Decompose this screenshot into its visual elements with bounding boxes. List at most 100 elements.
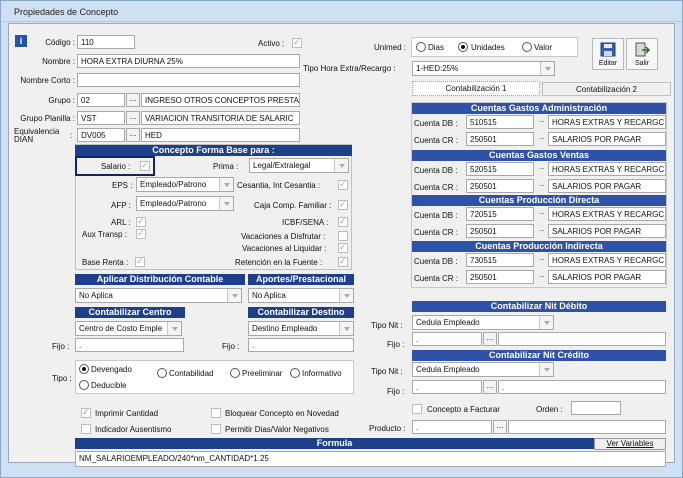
nombre-corto-field[interactable] [77,73,300,87]
imprimir-cantidad-label: Imprimir Cantidad [95,409,159,418]
afp-dropdown[interactable]: Empleado/Patrono [136,196,234,211]
cuenta-cr-code-field[interactable]: 250501 [466,270,534,284]
aportes-dropdown[interactable]: No Aplica [248,288,354,303]
permitir-dias-checkbox[interactable] [211,424,221,434]
nit-debito-name-field[interactable] [498,332,666,346]
producto-name-field[interactable] [508,420,666,434]
cuenta-db-name-field[interactable]: HORAS EXTRAS Y RECARGC [548,207,666,221]
bloquear-concepto-checkbox[interactable] [211,408,221,418]
tipo-hora-label: Tipo Hora Extra/Recargo : [303,64,396,73]
tipo-devengado-radio[interactable] [79,364,89,374]
cuenta-cr-name-field[interactable]: SALARIOS POR PAGAR [548,224,666,238]
producto-lookup-button[interactable]: ... [493,420,507,434]
grupo-planilla-lookup-button[interactable]: ... [126,111,140,125]
nit-debito-tipo-dropdown[interactable]: Cedula Empleado [412,315,554,330]
editar-button[interactable]: Editar [592,38,624,70]
vac-liquidar-checkbox[interactable] [338,242,348,253]
retencion-checkbox[interactable] [338,256,348,267]
destino-fijo-field[interactable]: . [248,338,354,352]
cuenta-cr-lookup-button[interactable]: .. [535,270,549,284]
unimed-label: Unimed : [374,43,407,52]
tipo-informativo-radio[interactable] [290,368,300,378]
arl-checkbox[interactable] [136,216,146,227]
window: Propiedades de Concepto i Código : 110 N… [0,0,683,478]
equivalencia-name-field[interactable]: HED [141,128,300,142]
nombre-field[interactable]: HORA EXTRA DIURNA 25% [77,54,300,68]
grupo-lookup-button[interactable]: ... [126,93,140,107]
grupo-name-field[interactable]: INGRESO OTROS CONCEPTOS PRESTA [141,93,300,107]
cuenta-cr-code-field[interactable]: 250501 [466,224,534,238]
indicador-ausentismo-checkbox[interactable] [81,424,91,434]
cuenta-cr-code-field[interactable]: 250501 [466,132,534,146]
cuenta-db-lookup-button[interactable]: .. [535,207,549,221]
cuenta-db-code-field[interactable]: 520515 [466,162,534,176]
cuenta-db-name-field[interactable]: HORAS EXTRAS Y RECARGC [548,253,666,267]
cuenta-db-lookup-button[interactable]: .. [535,253,549,267]
ver-variables-button[interactable]: Ver Variables [594,438,666,450]
cuenta-db-lookup-button[interactable]: .. [535,162,549,176]
grupo-planilla-name-field[interactable]: VARIACION TRANSITORIA DE SALARIC [141,111,300,125]
salario-label: Salario : [101,162,131,171]
tipo-deducible-radio[interactable] [79,380,89,390]
grupo-code-field[interactable]: 02 [77,93,125,107]
tipo-preeliminar-radio[interactable] [230,368,240,378]
cuenta-cr-lookup-button[interactable]: .. [535,179,549,193]
equivalencia-lookup-button[interactable]: ... [126,128,140,142]
nit-credito-tipo-dropdown[interactable]: Cedula Empleado [412,362,554,377]
orden-field[interactable] [571,401,621,415]
window-title: Propiedades de Concepto [14,7,119,17]
cont-destino-dropdown[interactable]: Destino Empleado [248,321,354,336]
nit-debito-lookup-button[interactable]: ... [483,332,497,346]
unimed-dias-radio[interactable] [416,42,426,52]
nit-credito-tipo-value: Cedula Empleado [416,365,480,374]
nit-debito-fijo-field[interactable]: . [412,332,482,346]
cuenta-cr-label: Cuenta CR : [414,274,459,283]
eps-dropdown[interactable]: Empleado/Patrono [136,177,234,192]
cuenta-cr-name-field[interactable]: SALARIOS POR PAGAR [548,179,666,193]
prima-dropdown[interactable]: Legal/Extralegal [249,158,349,173]
aux-transp-checkbox[interactable] [136,228,146,239]
floppy-disk-icon [600,42,616,57]
imprimir-cantidad-checkbox[interactable] [81,407,91,418]
tipo-contabilidad-radio[interactable] [157,368,167,378]
cuenta-db-code-field[interactable]: 510515 [466,115,534,129]
tab-contabilizacion-2[interactable]: Contabilización 2 [542,82,671,96]
nit-credito-name-field[interactable]: . [498,380,666,394]
cuenta-cr-name-field[interactable]: SALARIOS POR PAGAR [548,270,666,284]
cesantia-checkbox[interactable] [338,179,348,190]
tipo-hora-dropdown[interactable]: 1-HED:25% [412,61,555,76]
cont-centro-dropdown[interactable]: Centro de Costo Emple [75,321,182,336]
vac-disfrutar-checkbox[interactable] [338,231,348,241]
tab-contabilizacion-1[interactable]: Contabilización 1 [412,81,540,96]
cuenta-db-lookup-button[interactable]: .. [535,115,549,129]
caja-label: Caja Comp. Familiar : [254,201,332,210]
cuenta-cr-lookup-button[interactable]: .. [535,132,549,146]
cuenta-db-code-field[interactable]: 720515 [466,207,534,221]
base-renta-checkbox[interactable] [135,256,145,267]
cuenta-db-name-field[interactable]: HORAS EXTRAS Y RECARGC [548,162,666,176]
unimed-valor-radio[interactable] [522,42,532,52]
grupo-planilla-code-field[interactable]: VST [77,111,125,125]
salario-checkbox[interactable] [140,160,150,171]
cuenta-db-code-field[interactable]: 730515 [466,253,534,267]
producto-code-field[interactable]: . [412,420,492,434]
cuenta-db-name-field[interactable]: HORAS EXTRAS Y RECARGC [548,115,666,129]
nit-debito-header: Contabilizar Nit Débito [412,301,666,312]
salir-button[interactable]: Salir [626,38,658,70]
equivalencia-code-field[interactable]: DV005 [77,128,125,142]
codigo-label: Código : [45,38,75,47]
cuenta-cr-name-field[interactable]: SALARIOS POR PAGAR [548,132,666,146]
codigo-field[interactable]: 110 [77,35,135,49]
activo-checkbox[interactable] [292,37,302,48]
nit-credito-fijo-field[interactable]: . [412,380,482,394]
distribucion-dropdown[interactable]: No Aplica [75,288,242,303]
icbf-checkbox[interactable] [338,216,348,227]
cuenta-cr-code-field[interactable]: 250501 [466,179,534,193]
nit-credito-lookup-button[interactable]: ... [483,380,497,394]
unimed-unidades-radio[interactable] [458,42,468,52]
centro-fijo-field[interactable]: . [75,338,184,352]
formula-field[interactable]: NM_SALARIOEMPLEADO/240*nm_CANTIDAD*1.25 [75,451,666,467]
concepto-facturar-checkbox[interactable] [412,404,422,414]
caja-checkbox[interactable] [338,199,348,210]
cuenta-cr-lookup-button[interactable]: .. [535,224,549,238]
